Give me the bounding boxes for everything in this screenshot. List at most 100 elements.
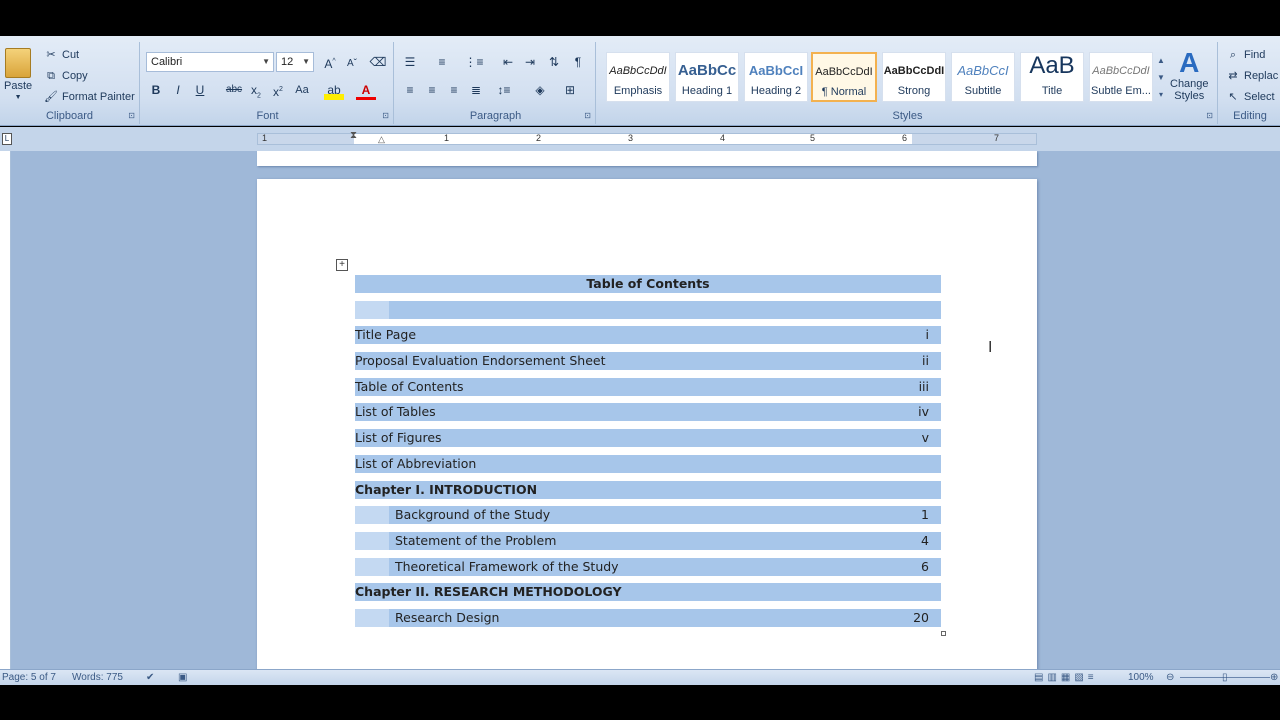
style-title[interactable]: AaB Title <box>1020 52 1084 102</box>
style-heading-1[interactable]: AaBbCc Heading 1 <box>675 52 739 102</box>
letterbox-top <box>0 0 1280 36</box>
paragraph-launcher-icon[interactable]: ⊡ <box>584 111 591 120</box>
vertical-ruler[interactable] <box>0 151 11 669</box>
editing-group-title: Editing <box>1233 110 1267 122</box>
clipboard-launcher-icon[interactable]: ⊡ <box>128 111 135 120</box>
replace-button[interactable]: ⇄ Replac <box>1226 69 1278 83</box>
toc-title-row[interactable]: Table of Contents <box>355 275 941 293</box>
document-page[interactable]: + Table of Contents Title Page i Proposa… <box>257 179 1037 669</box>
find-button[interactable]: ⌕ Find <box>1226 48 1266 62</box>
toc-row[interactable]: Title Page i <box>355 326 941 345</box>
toc-row[interactable]: Proposal Evaluation Endorsement Sheet ii <box>355 352 941 371</box>
toc-entry-page: 6 <box>921 558 929 574</box>
font-size-combo[interactable]: 12 ▼ <box>276 52 314 72</box>
letterbox-bottom <box>0 686 1280 720</box>
shading-button[interactable]: ◈ <box>530 80 550 100</box>
cut-button[interactable]: ✂ Cut <box>44 48 79 62</box>
sort-icon: ⇅ <box>548 55 560 69</box>
line-spacing-button[interactable]: ↕≡ <box>494 80 514 100</box>
align-center-button[interactable]: ≡ <box>422 80 442 100</box>
ruler-left-margin <box>258 134 354 144</box>
toc-row[interactable]: Background of the Study 1 <box>355 506 941 525</box>
paste-button[interactable]: Paste ▼ <box>4 48 32 101</box>
toc-entry-page: ii <box>922 353 929 369</box>
decrease-indent-button[interactable]: ⇤ <box>498 52 518 72</box>
style-normal[interactable]: AaBbCcDdI ¶ Normal <box>811 52 877 102</box>
show-hide-button[interactable]: ¶ <box>568 52 588 72</box>
style-name: Strong <box>897 85 931 97</box>
style-subtle-emphasis[interactable]: AaBbCcDdI Subtle Em... <box>1089 52 1153 102</box>
increase-indent-button[interactable]: ⇥ <box>520 52 540 72</box>
table-resize-handle[interactable] <box>941 631 946 636</box>
toc-row[interactable]: Theoretical Framework of the Study 6 <box>355 557 941 576</box>
highlight-button[interactable]: ab <box>324 80 344 100</box>
style-strong[interactable]: AaBbCcDdI Strong <box>882 52 946 102</box>
toc-row[interactable]: List of Tables iv <box>355 403 941 422</box>
sort-button[interactable]: ⇅ <box>544 52 564 72</box>
macro-recording-icon[interactable]: ▣ <box>178 670 187 685</box>
grow-font-icon: A^ <box>324 57 336 71</box>
page-count[interactable]: Page: 5 of 7 <box>2 670 56 685</box>
zoom-slider-thumb[interactable]: ▯ <box>1222 670 1228 685</box>
horizontal-ruler[interactable]: 1 1 2 3 4 5 6 7 ⧗ △ <box>257 130 1037 145</box>
view-buttons[interactable]: ▤▥▦▧≡ <box>1034 670 1098 685</box>
font-launcher-icon[interactable]: ⊡ <box>382 111 389 120</box>
grow-font-button[interactable]: A^ <box>320 52 340 72</box>
toc-row[interactable]: Table of Contents iii <box>355 377 941 396</box>
zoom-in-icon[interactable]: ⊕ <box>1270 670 1278 685</box>
align-left-button[interactable]: ≡ <box>400 80 420 100</box>
shrink-font-button[interactable]: Aˇ <box>342 52 362 72</box>
justify-button[interactable]: ≣ <box>466 80 486 100</box>
strikethrough-button[interactable]: abc <box>224 80 244 100</box>
toc-row[interactable]: Statement of the Problem 4 <box>355 531 941 550</box>
toc-row[interactable]: Research Design 20 <box>355 608 941 627</box>
numbering-button[interactable]: ≡ <box>432 52 452 72</box>
superscript-button[interactable]: x2 <box>268 80 288 100</box>
font-name-combo[interactable]: Calibri ▼ <box>146 52 274 72</box>
table-move-handle-icon[interactable]: + <box>336 259 348 271</box>
toc-chapter-row[interactable]: Chapter I. INTRODUCTION <box>355 480 941 499</box>
bold-icon: B <box>151 83 161 97</box>
format-painter-button[interactable]: 🖌 Format Painter <box>44 90 135 104</box>
subscript-button[interactable]: x2 <box>246 80 266 100</box>
zoom-level[interactable]: 100% <box>1128 670 1154 685</box>
paintbrush-icon: 🖌 <box>44 91 58 103</box>
align-right-button[interactable]: ≡ <box>444 80 464 100</box>
toc-entry-text: List of Tables <box>355 404 436 420</box>
word-count[interactable]: Words: 775 <box>72 670 123 685</box>
clear-formatting-button[interactable]: ⌫ <box>368 52 388 72</box>
style-emphasis[interactable]: AaBbCcDdI Emphasis <box>606 52 670 102</box>
scroll-down-icon[interactable]: ▼ <box>1156 69 1166 86</box>
borders-button[interactable]: ⊞ <box>560 80 580 100</box>
tab-selector-icon[interactable]: L <box>2 133 12 145</box>
toc-entry-text: List of Abbreviation <box>355 455 477 471</box>
bold-button[interactable]: B <box>146 80 166 100</box>
multilevel-list-button[interactable]: ⋮≡ <box>464 52 484 72</box>
hanging-indent-marker-icon[interactable]: △ <box>378 134 385 145</box>
style-subtitle[interactable]: AaBbCcI Subtitle <box>951 52 1015 102</box>
toc-row[interactable]: List of Figures v <box>355 429 941 448</box>
scroll-up-icon[interactable]: ▲ <box>1156 52 1166 69</box>
styles-launcher-icon[interactable]: ⊡ <box>1206 111 1213 120</box>
subscript-icon: x2 <box>251 83 261 100</box>
style-heading-2[interactable]: AaBbCcI Heading 2 <box>744 52 808 102</box>
toc-chapter-row[interactable]: Chapter II. RESEARCH METHODOLOGY <box>355 583 941 602</box>
style-sample: AaBbCcDdI <box>1092 65 1150 77</box>
toc-row[interactable]: List of Abbreviation <box>355 454 941 473</box>
change-styles-button[interactable]: A Change Styles <box>1170 47 1209 103</box>
font-color-button[interactable]: A <box>356 80 376 100</box>
zoom-out-icon[interactable]: ⊖ <box>1166 670 1174 685</box>
proofing-icon[interactable]: ✔ <box>146 670 154 685</box>
change-case-button[interactable]: Aa <box>292 80 312 100</box>
change-styles-icon: A <box>1179 47 1200 78</box>
underline-button[interactable]: U <box>190 80 210 100</box>
first-line-indent-marker-icon[interactable]: ⧗ <box>350 130 357 141</box>
select-button[interactable]: ↖ Select <box>1226 90 1274 104</box>
bullets-button[interactable]: ☰ <box>400 52 420 72</box>
toc-empty-row[interactable] <box>355 300 941 319</box>
copy-button[interactable]: ⧉ Copy <box>44 69 88 83</box>
paragraph-group: ☰ ≡ ⋮≡ ⇤ ⇥ ⇅ ¶ ≡ ≡ ≡ ≣ ↕≡ ◈ ⊞ Paragraph … <box>396 42 596 124</box>
more-styles-icon[interactable]: ▾ <box>1156 86 1166 103</box>
italic-button[interactable]: I <box>168 80 188 100</box>
styles-scroll[interactable]: ▲ ▼ ▾ <box>1156 52 1166 104</box>
